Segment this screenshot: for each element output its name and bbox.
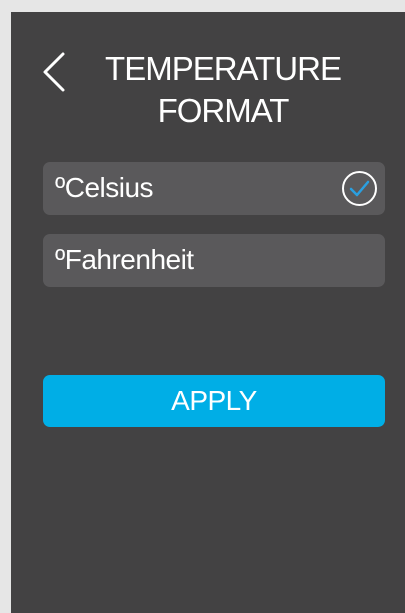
option-label: ºFahrenheit xyxy=(55,244,194,275)
option-celsius[interactable]: ºCelsius xyxy=(43,162,385,215)
option-label: ºCelsius xyxy=(55,172,154,203)
page-title-line-2: FORMAT xyxy=(157,92,290,129)
header: TEMPERATURE FORMAT xyxy=(11,42,405,142)
check-circle-icon xyxy=(341,170,378,207)
temperature-format-screen: TEMPERATURE FORMAT ºCelsius ºFahrenheit … xyxy=(11,12,405,613)
page-title-line-1: TEMPERATURE xyxy=(105,50,342,87)
apply-button[interactable]: APPLY xyxy=(43,375,385,427)
page-title: TEMPERATURE FORMAT xyxy=(81,48,365,132)
back-button[interactable] xyxy=(39,50,73,94)
option-fahrenheit[interactable]: ºFahrenheit xyxy=(43,234,385,287)
chevron-left-icon xyxy=(43,52,65,92)
